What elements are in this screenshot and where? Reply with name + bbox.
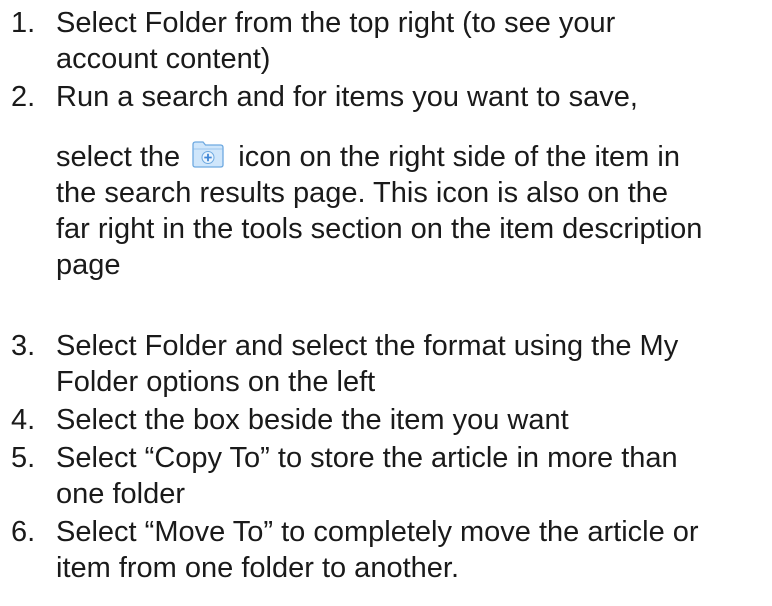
item-line: item from one folder to another.: [56, 552, 459, 584]
item-line: Select Folder from the top right (to see…: [56, 7, 616, 39]
item-text: Select Folder and select the format usin…: [56, 328, 768, 400]
item-number: 5.: [11, 442, 36, 474]
item-line: Select “Move To” to completely move the …: [56, 516, 699, 548]
item-line: Select the box beside the item you want: [56, 404, 569, 436]
item-number: 2.: [11, 81, 36, 113]
item-text: Run a search and for items you want to s…: [56, 79, 768, 283]
item-line: one folder: [56, 478, 185, 510]
item-line: Select “Copy To” to store the article in…: [56, 442, 678, 474]
item-line: Run a search and for items you want to s…: [56, 81, 638, 113]
item-line: Folder options on the left: [56, 366, 376, 398]
item-text: Select the box beside the item you want: [56, 402, 768, 438]
instruction-list: 1. Select Folder from the top right (to …: [0, 0, 772, 606]
item-text: Select Folder from the top right (to see…: [56, 5, 768, 77]
item-number: 4.: [11, 404, 36, 436]
icon-line-after: icon on the right side of the item in: [238, 141, 680, 173]
item-number: 3.: [11, 330, 36, 362]
item-text: Select “Move To” to completely move the …: [56, 514, 768, 586]
item-line: far right in the tools section on the it…: [56, 213, 703, 245]
item-number: 1.: [11, 7, 36, 39]
item-line-with-icon: select the icon on the right side of the…: [56, 139, 768, 175]
item-number: 6.: [11, 516, 36, 548]
item-line: page: [56, 249, 121, 281]
item-line: the search results page. This icon is al…: [56, 177, 669, 209]
folder-plus-icon: [192, 141, 224, 168]
item-line: Select Folder and select the format usin…: [56, 330, 679, 362]
item-line: account content): [56, 43, 271, 75]
icon-line-before: select the: [56, 141, 181, 173]
item-text: Select “Copy To” to store the article in…: [56, 440, 768, 512]
